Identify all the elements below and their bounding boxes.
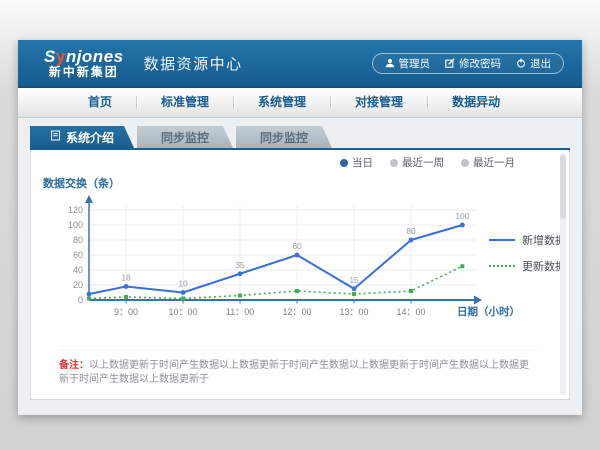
- app-window: Synjones 新中新集团 数据资源中心 管理员 修改密码 退出: [18, 40, 582, 415]
- radio-today[interactable]: 当日: [340, 155, 373, 170]
- user-icon: [385, 58, 395, 68]
- svg-text:11：00: 11：00: [226, 307, 254, 317]
- tab-label: 同步监控: [161, 129, 209, 146]
- desktop-background: Synjones 新中新集团 数据资源中心 管理员 修改密码 退出: [0, 0, 600, 450]
- svg-text:0: 0: [78, 295, 83, 305]
- change-password-button[interactable]: 修改密码: [445, 56, 501, 71]
- logo-text: S: [44, 47, 56, 66]
- svg-text:60: 60: [292, 241, 302, 251]
- radio-unselected-icon: [390, 159, 398, 167]
- change-password-label: 修改密码: [459, 56, 501, 71]
- tab-sync-monitor-1[interactable]: 同步监控: [137, 126, 233, 148]
- scrollbar-thumb[interactable]: [560, 155, 566, 219]
- svg-text:9：00: 9：00: [114, 307, 138, 317]
- logo-accent: y: [56, 47, 66, 66]
- tab-label: 同步监控: [260, 129, 308, 146]
- page-title: 数据资源中心: [144, 53, 243, 74]
- svg-text:18: 18: [121, 273, 131, 283]
- legend-item-updated-data[interactable]: 更新数据: [489, 258, 566, 274]
- svg-text:日期（小时）: 日期（小时）: [457, 305, 520, 318]
- document-icon: [50, 130, 61, 144]
- logout-button[interactable]: 退出: [516, 56, 551, 71]
- svg-text:10: 10: [178, 279, 188, 289]
- logout-label: 退出: [530, 56, 551, 71]
- tab-label: 系统介绍: [66, 129, 114, 146]
- svg-text:14：00: 14：00: [397, 307, 426, 317]
- svg-text:10：00: 10：00: [169, 307, 198, 317]
- logo-wordmark: Synjones: [44, 48, 124, 66]
- radio-label: 当日: [352, 155, 373, 170]
- legend-item-new-data[interactable]: 新增数据: [489, 232, 566, 248]
- power-icon: [516, 58, 526, 68]
- radio-label: 最近一周: [402, 155, 444, 170]
- user-menu: 管理员 修改密码 退出: [372, 53, 565, 74]
- svg-text:13：00: 13：00: [340, 307, 369, 317]
- footnote: 备注：以上数据更新于时间产生数据以上数据更新于时间产生数据以上数据更新于时间产生…: [59, 350, 537, 387]
- radio-last-month[interactable]: 最近一月: [461, 155, 515, 170]
- nav-item-system[interactable]: 系统管理: [234, 88, 330, 117]
- admin-user-button[interactable]: 管理员: [385, 56, 431, 71]
- chart-legend: 新增数据 更新数据: [489, 232, 566, 284]
- svg-text:12：00: 12：00: [283, 307, 312, 317]
- svg-text:60: 60: [73, 250, 83, 260]
- radio-last-week[interactable]: 最近一周: [390, 155, 444, 170]
- svg-text:15: 15: [349, 275, 359, 285]
- content-area: 系统介绍 同步监控 同步监控 当日 最近一: [18, 118, 582, 415]
- tab-strip: 系统介绍 同步监控 同步监控: [30, 126, 570, 148]
- radio-selected-icon: [340, 159, 348, 167]
- blue-line-swatch-icon: [489, 239, 515, 241]
- logo-text-2: njones: [66, 47, 124, 66]
- admin-user-label: 管理员: [399, 56, 431, 71]
- radio-label: 最近一月: [473, 155, 515, 170]
- nav-item-home[interactable]: 首页: [64, 88, 136, 117]
- svg-text:80: 80: [406, 226, 416, 236]
- panel-scrollbar[interactable]: [560, 153, 566, 395]
- footnote-text: 以上数据更新于时间产生数据以上数据更新于时间产生数据以上数据更新于时间产生数据以…: [59, 360, 529, 385]
- nav-item-standards[interactable]: 标准管理: [137, 88, 233, 117]
- svg-text:100: 100: [455, 211, 469, 221]
- tab-system-intro[interactable]: 系统介绍: [30, 126, 134, 148]
- edit-icon: [445, 58, 455, 68]
- nav-item-integration[interactable]: 对接管理: [331, 88, 427, 117]
- green-dotted-swatch-icon: [489, 265, 515, 267]
- logo-subtitle: 新中新集团: [49, 66, 119, 79]
- svg-text:35: 35: [235, 260, 245, 270]
- svg-text:120: 120: [68, 205, 83, 215]
- y-axis-title: 数据交换（条）: [43, 175, 120, 191]
- svg-text:80: 80: [73, 235, 83, 245]
- nav-item-data-changes[interactable]: 数据异动: [428, 88, 524, 117]
- line-chart: 0 20 40 60 80 100 120 9：00 10：00 11：00 12：00 13：00 1…: [41, 192, 531, 337]
- main-nav: 首页 标准管理 系统管理 对接管理 数据异动: [18, 88, 582, 118]
- footnote-label: 备注：: [59, 360, 89, 371]
- chart-panel: 当日 最近一周 最近一月 数据交换（条） 0 20 40 60 80 100 120 9：00…: [30, 150, 570, 400]
- svg-text:40: 40: [73, 265, 83, 275]
- radio-unselected-icon: [461, 159, 469, 167]
- company-logo: Synjones 新中新集团: [44, 48, 124, 78]
- app-header: Synjones 新中新集团 数据资源中心 管理员 修改密码 退出: [18, 40, 582, 88]
- svg-text:100: 100: [68, 220, 83, 230]
- svg-text:20: 20: [73, 280, 83, 290]
- tab-sync-monitor-2[interactable]: 同步监控: [236, 126, 332, 148]
- time-range-radios: 当日 最近一周 最近一月: [340, 155, 515, 170]
